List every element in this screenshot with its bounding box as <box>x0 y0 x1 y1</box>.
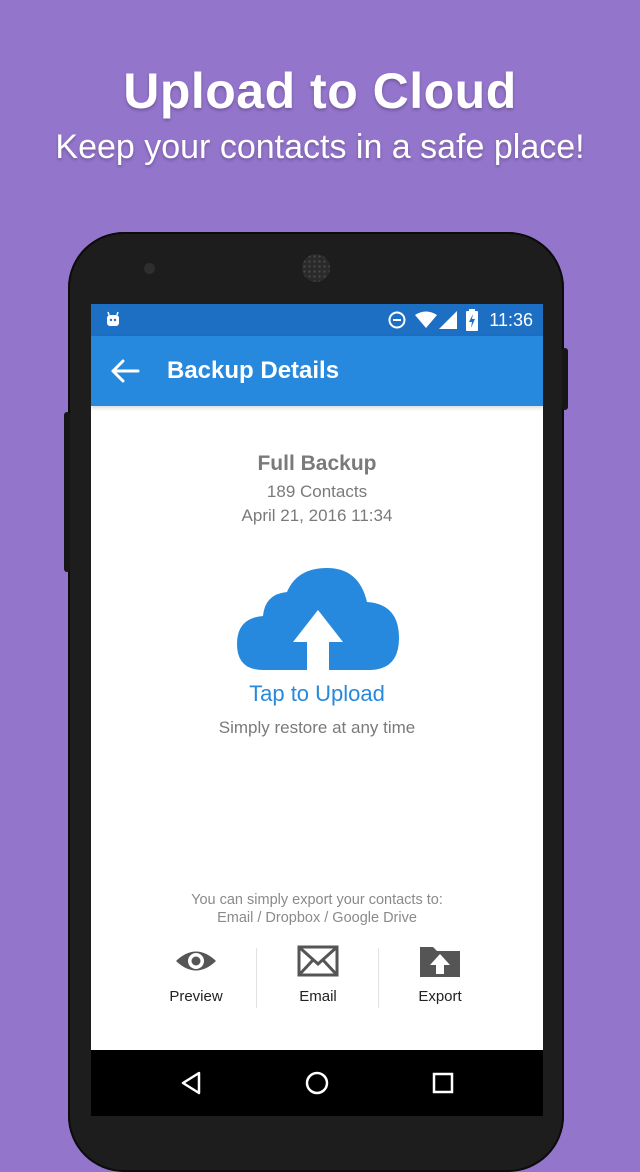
backup-contact-count: 189 Contacts <box>266 482 368 501</box>
status-time: 11:36 <box>489 310 533 330</box>
phone-power-button <box>562 348 568 410</box>
signal-icon <box>439 311 457 329</box>
data-saver-icon <box>388 311 406 329</box>
export-actions: Preview Email Export <box>135 944 501 1008</box>
front-camera <box>144 263 155 274</box>
promo-title: Upload to Cloud <box>123 63 517 119</box>
restore-hint: Simply restore at any time <box>218 718 416 737</box>
phone-frame: 11:36 Backup Details Full Backup 189 Con… <box>64 232 568 1172</box>
email-label: Email <box>299 988 337 1005</box>
export-hint: You can simply export your contacts to: <box>191 892 443 908</box>
export-label: Export <box>418 988 462 1005</box>
export-destinations: Email / Dropbox / Google Drive <box>217 910 417 926</box>
folder-upload-icon <box>420 947 460 977</box>
status-bar: 11:36 <box>91 304 543 336</box>
phone-side-button <box>64 412 70 572</box>
recents-square-icon[interactable] <box>428 1068 458 1098</box>
page-title: Backup Details <box>167 357 340 384</box>
envelope-icon <box>297 945 339 977</box>
phone-screen: 11:36 Backup Details Full Backup 189 Con… <box>91 304 543 1116</box>
wifi-icon <box>415 311 437 328</box>
export-button[interactable]: Export <box>379 944 501 1006</box>
cloud-upload-icon[interactable] <box>235 566 401 676</box>
android-notification-icon <box>107 311 119 326</box>
earpiece-speaker <box>302 254 330 282</box>
eye-icon <box>176 951 216 971</box>
email-button[interactable]: Email <box>257 944 379 1006</box>
back-triangle-icon[interactable] <box>177 1068 207 1098</box>
backup-date: April 21, 2016 11:34 <box>241 506 393 525</box>
battery-charging-icon <box>466 309 478 331</box>
app-bar: Backup Details <box>91 336 543 406</box>
arrow-left-icon[interactable] <box>111 358 141 384</box>
promo-subtitle: Keep your contacts in a safe place! <box>55 128 585 166</box>
tap-to-upload-button[interactable]: Tap to Upload <box>91 681 543 707</box>
backup-name: Full Backup <box>257 452 377 475</box>
home-circle-icon[interactable] <box>302 1068 332 1098</box>
navigation-bar <box>91 1050 543 1116</box>
preview-button[interactable]: Preview <box>135 944 257 1006</box>
preview-label: Preview <box>169 988 223 1005</box>
